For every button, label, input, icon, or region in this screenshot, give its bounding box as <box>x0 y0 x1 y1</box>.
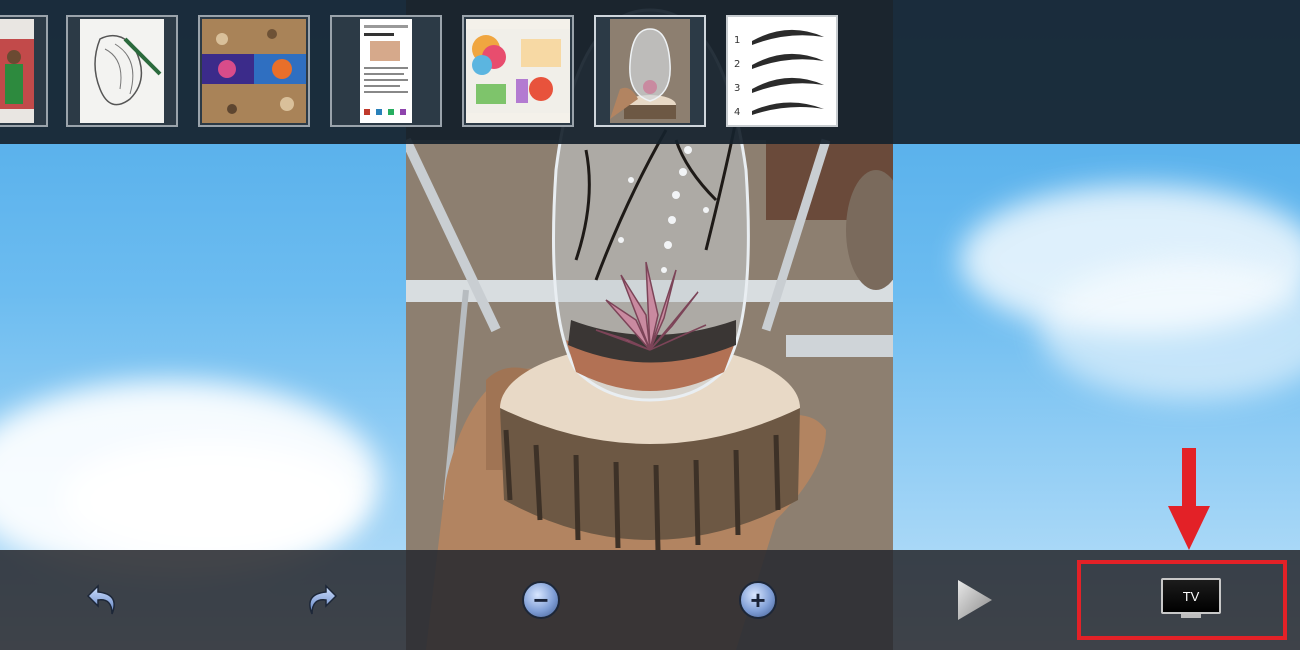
thumbnail-eyebrow-chart[interactable]: 1 2 3 4 <box>726 15 838 127</box>
photo-viewer-screen: 1 2 3 4 − + TV <box>0 0 1300 650</box>
thumbnail-document[interactable] <box>330 15 442 127</box>
redo-button[interactable] <box>292 572 348 628</box>
cloud-left-2 <box>60 440 360 560</box>
thumbnail-terrarium-selected[interactable] <box>594 15 706 127</box>
undo-button[interactable] <box>76 572 132 628</box>
zoom-out-button[interactable]: − <box>513 572 569 628</box>
tv-icon: TV <box>1161 578 1221 614</box>
eyebrow-number-4: 4 <box>734 107 741 118</box>
minus-icon: − <box>522 581 560 619</box>
redo-icon <box>309 584 338 615</box>
tv-stand <box>1181 614 1201 618</box>
collage-thumb-image <box>466 29 570 113</box>
undo-icon <box>86 584 115 615</box>
thumbnail-sketch[interactable] <box>66 15 178 127</box>
play-slideshow-button[interactable] <box>946 572 1002 628</box>
eyebrow-chart-thumb-image <box>752 29 824 115</box>
plus-icon: + <box>739 581 777 619</box>
kids-photo-thumb-image <box>0 39 34 109</box>
eyebrow-number-3: 3 <box>734 83 741 94</box>
thumbnail-kids-photo[interactable] <box>0 15 48 127</box>
eyebrow-number-1: 1 <box>734 35 741 46</box>
zoom-in-button[interactable]: + <box>730 572 786 628</box>
document-thumb-image <box>364 25 408 115</box>
eyebrow-number-2: 2 <box>734 59 741 70</box>
red-arrow-annotation <box>1168 448 1210 550</box>
play-icon <box>958 580 992 620</box>
banner-thumb-image <box>202 19 306 123</box>
thumbnail-collage[interactable] <box>462 15 574 127</box>
thumbnail-banner[interactable] <box>198 15 310 127</box>
terrarium-thumb-image <box>610 28 676 119</box>
tv-label: TV <box>1182 588 1200 604</box>
thumbnail-strip: 1 2 3 4 <box>0 0 1300 144</box>
sketch-thumb-image <box>94 34 162 106</box>
tv-cast-button[interactable]: TV <box>1161 578 1221 620</box>
